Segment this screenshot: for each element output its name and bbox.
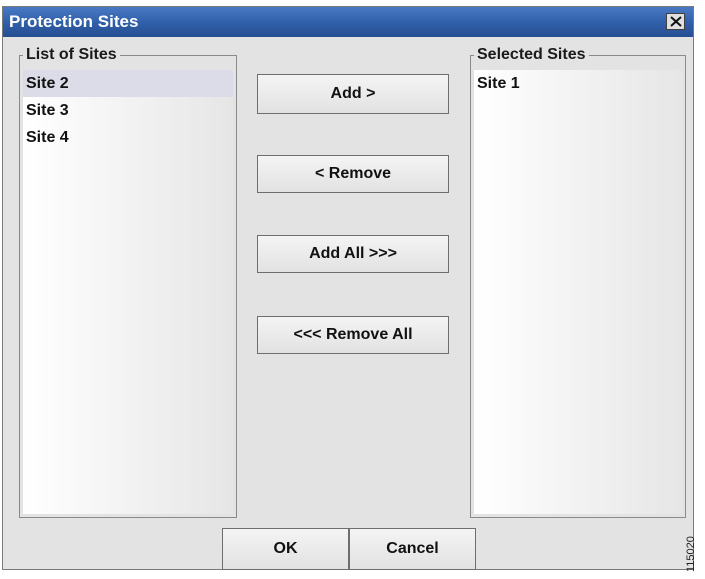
cancel-button[interactable]: Cancel <box>349 528 476 570</box>
close-icon <box>669 16 682 27</box>
ok-button[interactable]: OK <box>222 528 349 570</box>
list-of-sites-legend: List of Sites <box>23 45 120 65</box>
list-item-site-4[interactable]: Site 4 <box>23 124 233 151</box>
figure-id-label: 115020 <box>685 536 697 572</box>
list-of-sites-group: List of Sites Site 2 Site 3 Site 4 <box>19 45 237 518</box>
selected-sites-listbox[interactable]: Site 1 <box>474 70 682 514</box>
close-button[interactable] <box>666 13 685 30</box>
selected-item-site-1[interactable]: Site 1 <box>474 70 682 97</box>
list-item-site-3[interactable]: Site 3 <box>23 97 233 124</box>
remove-all-button[interactable]: <<< Remove All <box>257 316 449 354</box>
dialog-title: Protection Sites <box>9 12 139 31</box>
selected-sites-legend: Selected Sites <box>474 45 589 65</box>
dialog-titlebar[interactable]: Protection Sites <box>3 7 693 37</box>
protection-sites-dialog: Protection Sites List of Sites Site 2 Si… <box>2 6 694 570</box>
add-button[interactable]: Add > <box>257 74 449 114</box>
remove-button[interactable]: < Remove <box>257 155 449 193</box>
selected-sites-group: Selected Sites Site 1 <box>470 45 686 518</box>
list-of-sites-listbox[interactable]: Site 2 Site 3 Site 4 <box>23 70 233 514</box>
list-item-site-2[interactable]: Site 2 <box>23 70 233 97</box>
add-all-button[interactable]: Add All >>> <box>257 235 449 273</box>
